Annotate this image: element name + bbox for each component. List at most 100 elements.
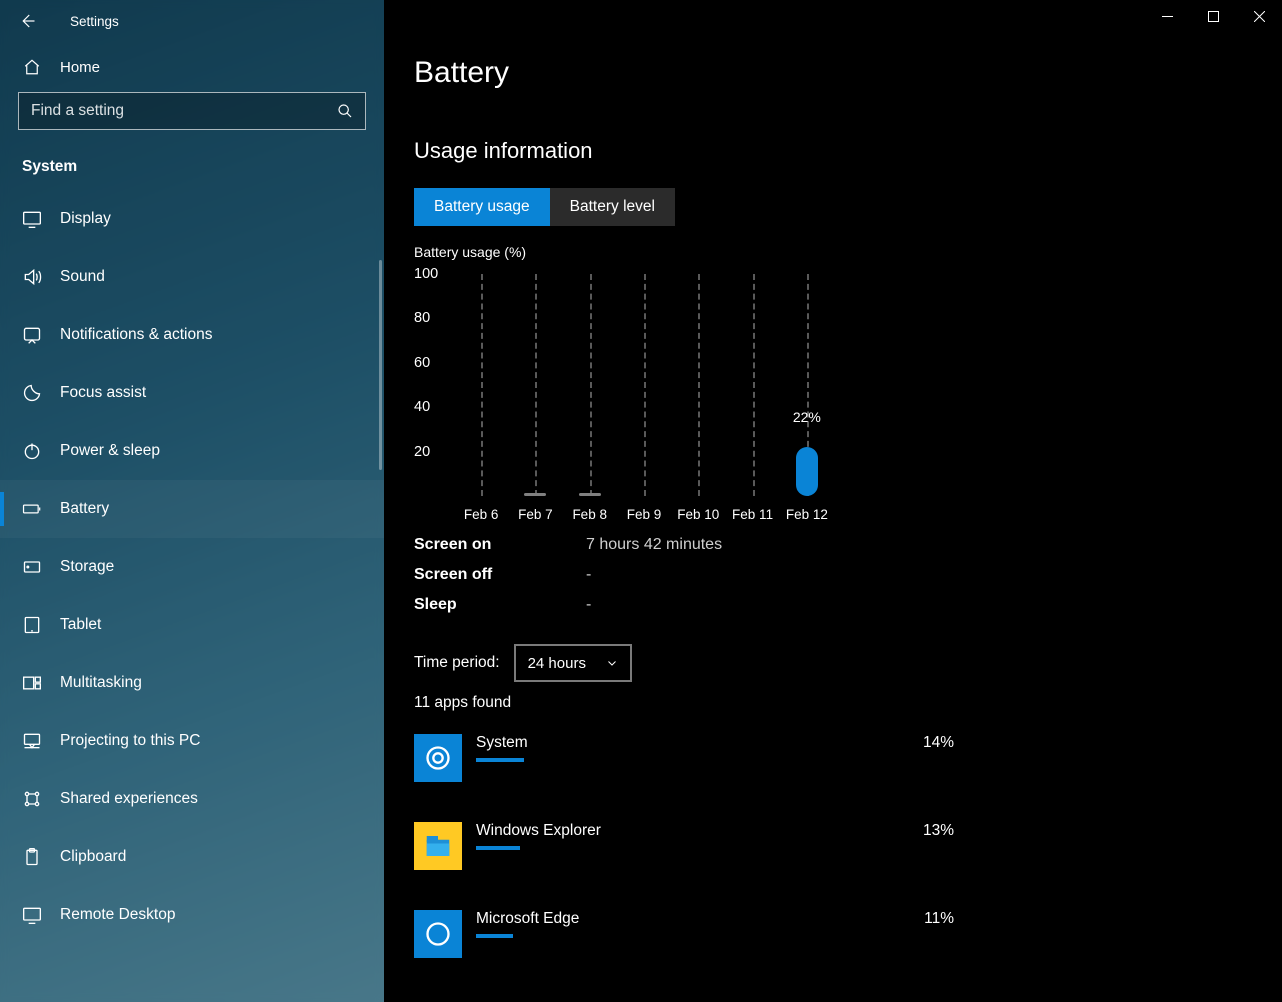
power-sleep-icon [22,441,42,461]
sidebar: Settings Home System DisplaySoundNotif [0,0,384,1002]
sidebar-item-remote-desktop[interactable]: Remote Desktop [0,886,384,944]
caption-buttons [1144,0,1282,32]
chart-gridline [590,274,592,496]
remote-desktop-icon [22,905,42,925]
chart-gridline [481,274,483,496]
sidebar-item-shared-exp[interactable]: Shared experiences [0,770,384,828]
stat-value: 7 hours 42 minutes [586,536,722,554]
app-usage-bar [476,846,909,850]
sidebar-item-sound[interactable]: Sound [0,248,384,306]
chart-xtick: Feb 12 [786,507,828,522]
apps-found-text: 11 apps found [414,694,1252,712]
search-icon [337,103,353,119]
stat-label: Screen off [414,566,586,584]
sidebar-section-header: System [0,130,384,190]
chart-xtick: Feb 8 [572,507,607,522]
chart-ytick: 100 [414,266,438,282]
sidebar-item-label: Multitasking [60,674,142,692]
sound-icon [22,267,42,287]
sidebar-item-label: Storage [60,558,114,576]
sidebar-item-label: Sound [60,268,105,286]
projecting-icon [22,731,42,751]
app-name: Microsoft Edge [476,910,910,928]
sidebar-item-tablet[interactable]: Tablet [0,596,384,654]
page-title: Battery [414,56,1252,90]
main-content: Battery Usage information Battery usageB… [384,0,1282,1002]
chart-bar[interactable] [796,447,818,496]
sidebar-item-multitasking[interactable]: Multitasking [0,654,384,712]
battery-icon [22,499,42,519]
chart-gridline [698,274,700,496]
app-icon [414,822,462,870]
sidebar-item-clipboard[interactable]: Clipboard [0,828,384,886]
scrollbar-thumb[interactable] [379,260,382,470]
chart-xtick: Feb 10 [677,507,719,522]
back-button[interactable] [18,12,36,30]
stat-value: - [586,566,591,584]
sidebar-item-label: Clipboard [60,848,126,866]
tab-usage[interactable]: Battery usage [414,188,550,226]
sidebar-item-label: Tablet [60,616,101,634]
minimize-button[interactable] [1144,0,1190,32]
storage-icon [22,557,42,577]
chart-bar[interactable] [524,493,546,496]
app-row-explorer[interactable]: Windows Explorer 13% [414,822,954,870]
sidebar-item-notifications[interactable]: Notifications & actions [0,306,384,364]
window-title: Settings [70,14,119,29]
sidebar-nav-list: Display Sound Notifications & actions Focus… [0,190,384,1002]
chart-gridline [535,274,537,496]
chart-title: Battery usage (%) [414,244,1252,260]
app-percent: 14% [923,734,954,752]
home-icon [22,58,42,76]
stat-screen-off: Screen off - [414,560,1252,590]
focus-assist-icon [22,383,42,403]
sidebar-item-label: Shared experiences [60,790,198,808]
chart-ytick: 60 [414,355,430,371]
tabstrip: Battery usageBattery level [414,188,1252,226]
sidebar-item-display[interactable]: Display [0,190,384,248]
app-name: Windows Explorer [476,822,909,840]
chart-xtick: Feb 11 [732,507,773,522]
sidebar-item-label: Remote Desktop [60,906,175,924]
chevron-down-icon [606,657,618,669]
sidebar-item-focus-assist[interactable]: Focus assist [0,364,384,422]
app-usage-bar [476,758,909,762]
chart-ytick: 20 [414,444,430,460]
search-input[interactable] [31,102,337,120]
app-list: System14% Windows Explorer 13% Microsoft Ed… [414,734,1252,958]
app-percent: 11% [924,910,954,928]
app-percent: 13% [923,822,954,840]
close-button[interactable] [1236,0,1282,32]
stat-sleep: Sleep - [414,590,1252,620]
time-period-select[interactable]: 24 hours [514,644,632,682]
sidebar-item-label: Battery [60,500,109,518]
app-row-system[interactable]: System14% [414,734,954,782]
sidebar-home[interactable]: Home [0,42,384,92]
chart-ytick: 80 [414,310,430,326]
chart-ytick: 40 [414,399,430,415]
sidebar-item-label: Power & sleep [60,442,160,460]
app-icon [414,910,462,958]
chart-bar-label: 22% [793,409,821,425]
app-usage-bar [476,934,910,938]
sidebar-item-power-sleep[interactable]: Power & sleep [0,422,384,480]
sidebar-item-battery[interactable]: Battery [0,480,384,538]
tablet-icon [22,615,42,635]
stat-screen-on: Screen on 7 hours 42 minutes [414,530,1252,560]
maximize-button[interactable] [1190,0,1236,32]
chart-bar[interactable] [579,493,601,496]
stat-label: Screen on [414,536,586,554]
app-row-edge[interactable]: Microsoft Edge 11% [414,910,954,958]
sidebar-item-storage[interactable]: Storage [0,538,384,596]
tab-level[interactable]: Battery level [550,188,675,226]
stat-value: - [586,596,591,614]
sidebar-home-label: Home [60,59,100,76]
sidebar-item-projecting[interactable]: Projecting to this PC [0,712,384,770]
time-period-label: Time period: [414,654,500,672]
multitasking-icon [22,673,42,693]
time-period-value: 24 hours [528,655,586,672]
battery-usage-chart: 22% 10080604020Feb 6Feb 7Feb 8Feb 9Feb 1… [414,266,834,522]
sidebar-item-label: Notifications & actions [60,326,213,344]
search-box[interactable] [18,92,366,130]
section-title: Usage information [414,138,1252,164]
